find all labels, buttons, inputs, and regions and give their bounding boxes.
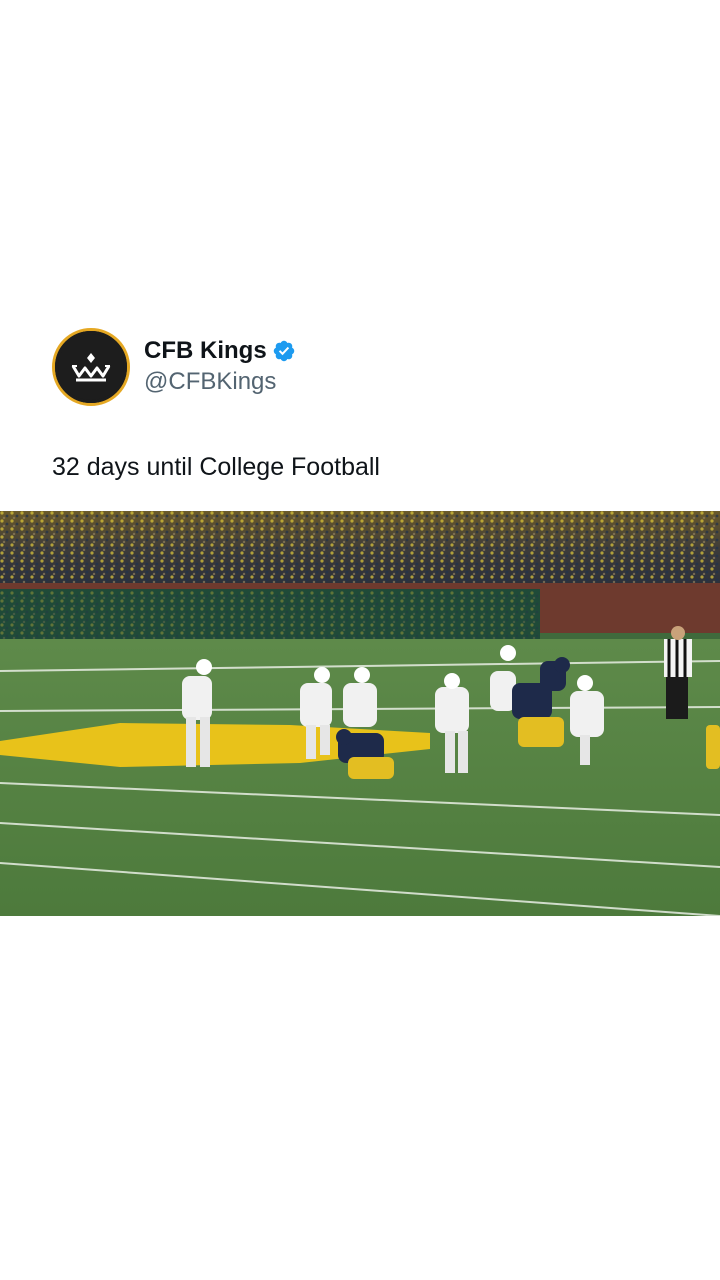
tweet-screenshot: CFB Kings @CFBKings 32 days until Colleg… — [0, 0, 720, 1280]
crown-logo-icon — [71, 353, 111, 382]
tweet-text: 32 days until College Football — [52, 453, 380, 481]
football-field-image — [0, 511, 720, 916]
name-row: CFB Kings — [144, 337, 296, 365]
avatar[interactable] — [52, 328, 130, 406]
author-names: CFB Kings @CFBKings — [144, 337, 296, 397]
tweet-media[interactable] — [0, 511, 720, 916]
display-name[interactable]: CFB Kings — [144, 337, 267, 365]
verified-badge-icon — [273, 340, 294, 362]
tweet-header: CFB Kings @CFBKings — [52, 328, 296, 406]
handle[interactable]: @CFBKings — [144, 367, 296, 397]
